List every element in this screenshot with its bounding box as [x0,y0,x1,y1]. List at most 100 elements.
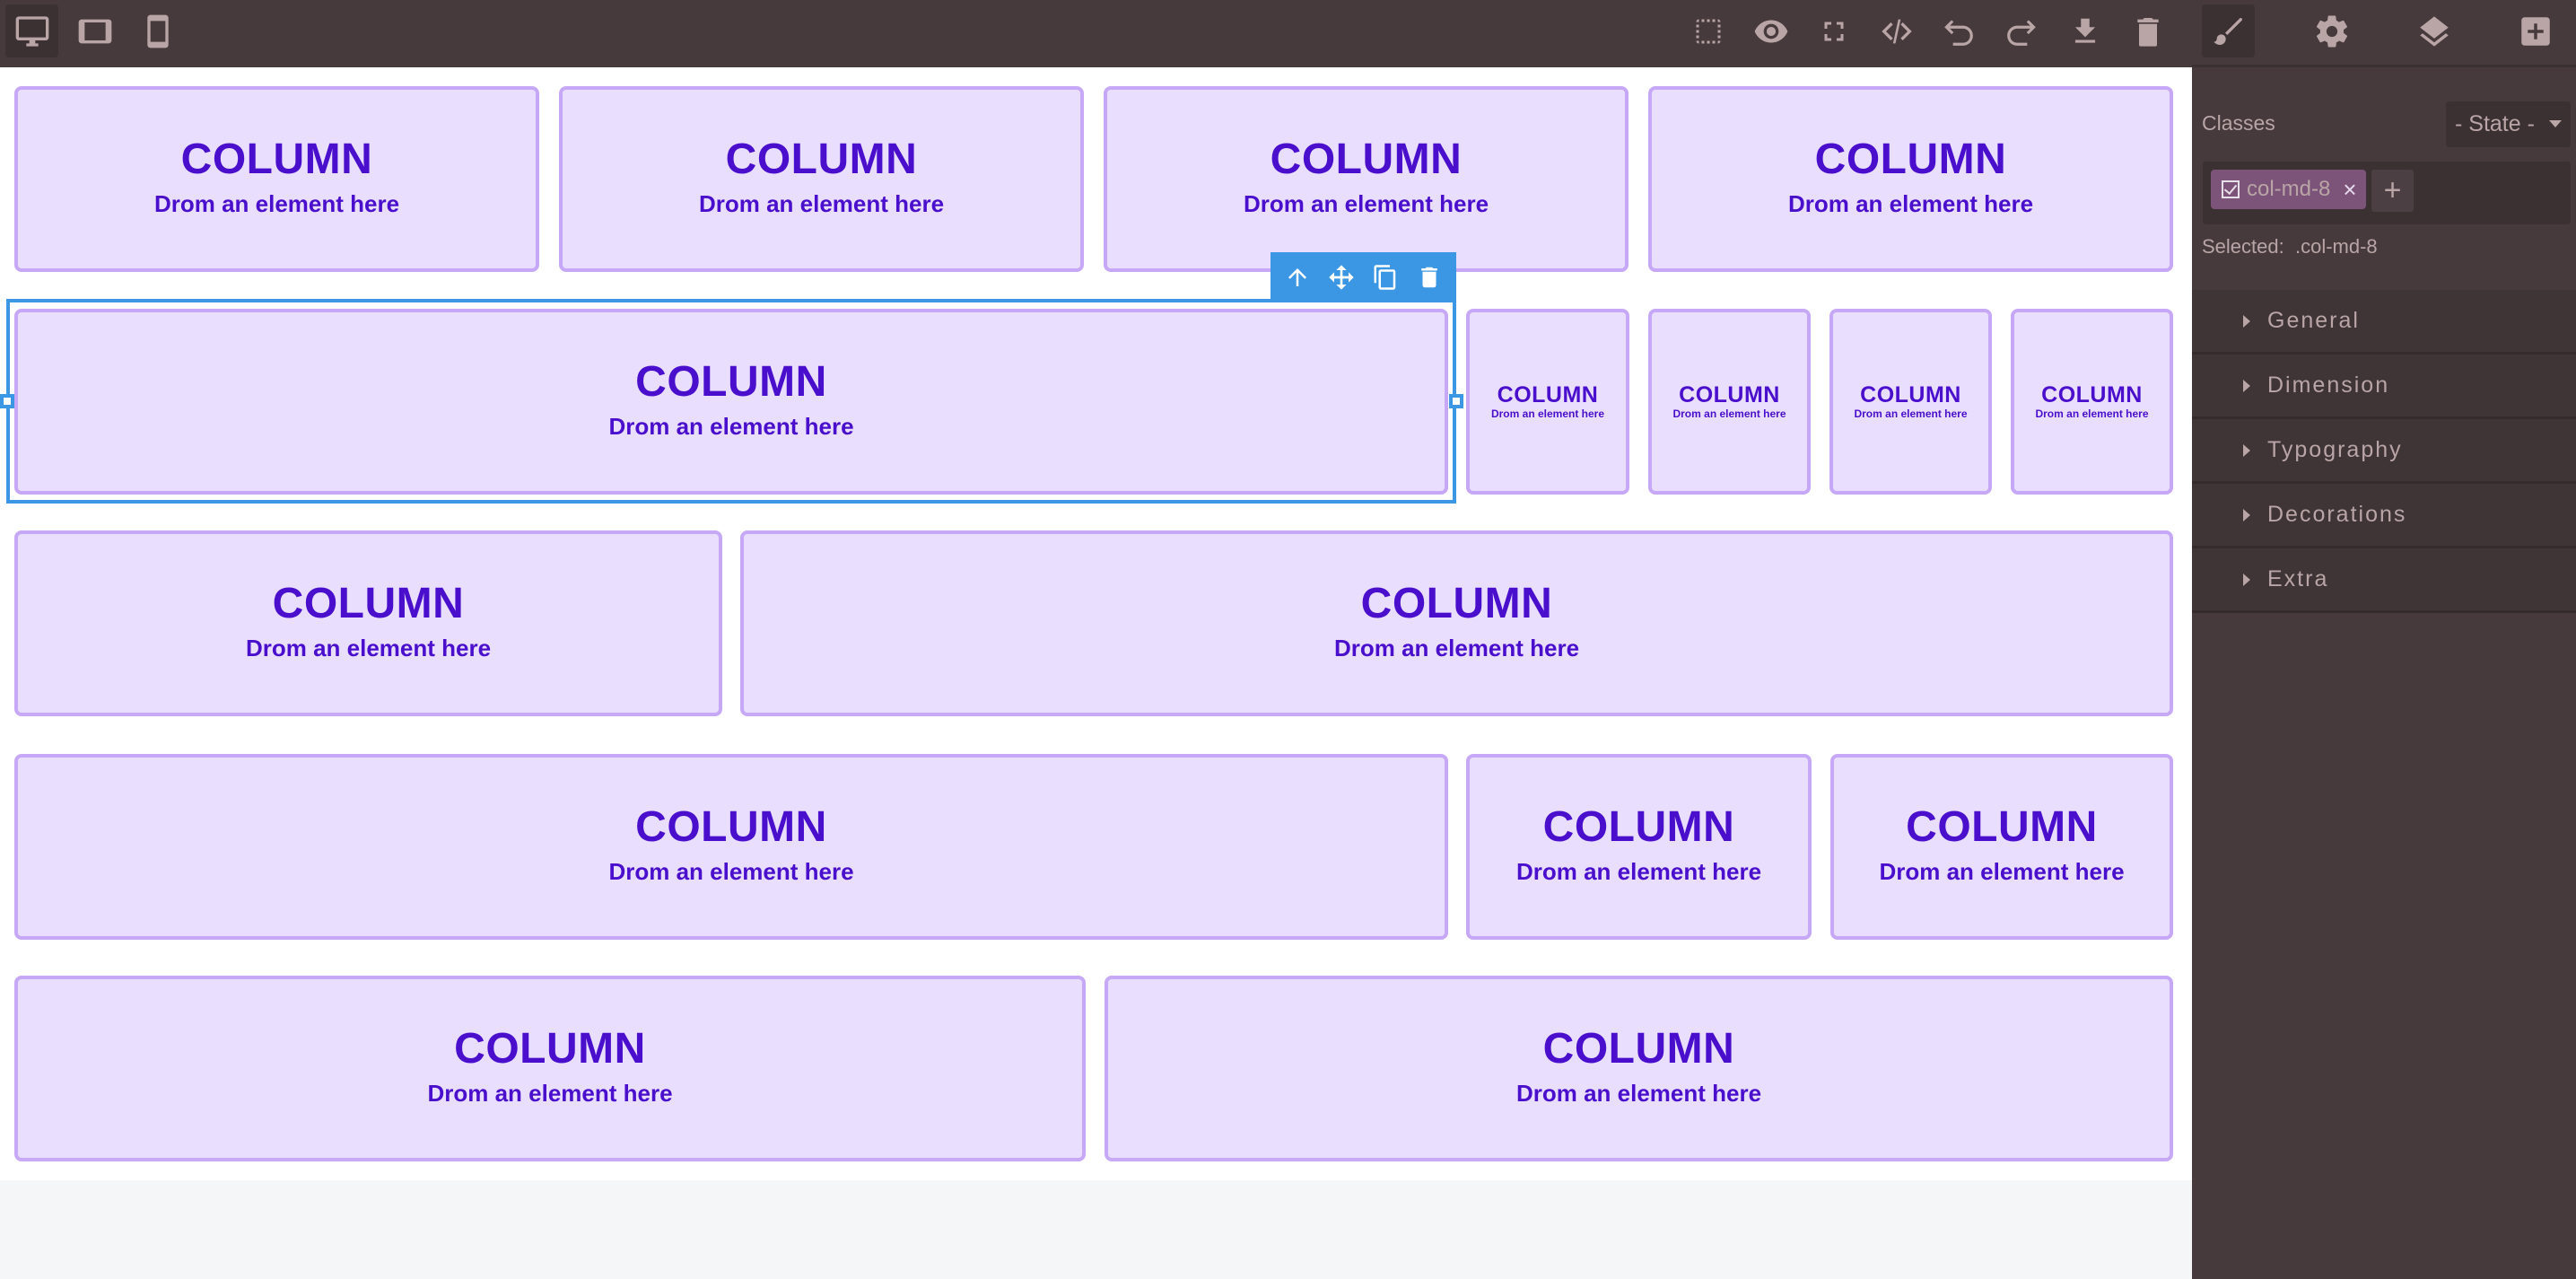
plus-square-icon [2520,16,2550,46]
column-subtitle: Drom an element here [698,190,945,217]
column-subtitle: Drom an element here [1879,858,2125,885]
column-title: COLUMN [1542,803,1735,851]
caret-right-icon [2243,314,2250,328]
gear-icon [2316,15,2347,48]
column-subtitle: Drom an element here [153,190,400,217]
column-title: COLUMN [1497,382,1599,407]
panel-tabs [2192,0,2576,67]
column-r2-c1-selected[interactable]: COLUMN Drom an element here [14,309,1448,495]
column-title: COLUMN [635,358,827,406]
column-title: COLUMN [725,136,918,183]
column-r1-c4[interactable]: COLUMN Drom an element here [1648,86,2173,272]
sector-general[interactable]: General [2192,290,2576,355]
show-borders-button[interactable] [1690,13,1726,49]
canvas-frame-body: COLUMN Drom an element here COLUMN Drom … [0,67,2192,1180]
sector-label: Decorations [2267,502,2407,527]
device-mobile-button[interactable] [131,4,184,57]
tab-style-manager[interactable] [2202,4,2255,57]
tablet-icon [78,19,111,43]
delete-button[interactable] [1411,259,1447,295]
sector-label: Extra [2267,566,2329,591]
column-r1-c3[interactable]: COLUMN Drom an element here [1104,86,1629,272]
caret-down-icon [2549,120,2562,127]
column-subtitle: Drom an element here [1854,407,1968,420]
sector-label: Typography [2267,437,2403,462]
sector-decorations[interactable]: Decorations [2192,484,2576,548]
column-title: COLUMN [2041,382,2143,407]
tab-settings[interactable] [2305,4,2358,57]
state-select[interactable]: - State - [2446,101,2571,147]
column-title: COLUMN [180,136,373,183]
state-select-value: - State - [2455,111,2535,136]
fullscreen-button[interactable] [1816,13,1852,49]
undo-button[interactable] [1941,13,1977,49]
column-subtitle: Drom an element here [1243,190,1489,217]
clear-canvas-button[interactable] [2130,13,2166,49]
add-class-button[interactable]: + [2371,170,2414,212]
column-subtitle: Drom an element here [1333,635,1580,661]
sector-label: Dimension [2267,372,2390,398]
resize-handle-left[interactable] [0,394,14,408]
sector-dimension[interactable]: Dimension [2192,355,2576,419]
view-code-button[interactable] [1879,13,1915,49]
caret-right-icon [2243,379,2250,392]
column-title: COLUMN [1679,382,1780,407]
column-title: COLUMN [1542,1025,1735,1073]
device-desktop-button[interactable] [5,4,58,57]
checkbox-checked-icon[interactable] [2222,180,2240,198]
desktop-icon [15,15,48,47]
redo-button[interactable] [2004,13,2039,49]
tab-layer-manager[interactable] [2407,4,2460,57]
column-r1-c1[interactable]: COLUMN Drom an element here [14,86,539,272]
column-subtitle: Drom an element here [1515,1080,1762,1107]
column-r5-c2[interactable]: COLUMN Drom an element here [1105,976,2173,1161]
column-r2-c4[interactable]: COLUMN Drom an element here [1829,309,1992,495]
column-r5-c1[interactable]: COLUMN Drom an element here [14,976,1086,1161]
close-icon[interactable]: × [2343,176,2356,204]
fullscreen-icon [1824,22,1844,41]
class-tag[interactable]: col-md-8 × [2211,170,2366,209]
column-title: COLUMN [1360,580,1553,627]
export-button[interactable] [2067,13,2103,49]
column-subtitle: Drom an element here [608,858,854,885]
right-panel: Classes - State - col-md-8 × + Selected:… [2192,0,2576,1279]
column-r3-c1[interactable]: COLUMN Drom an element here [14,530,722,716]
column-title: COLUMN [1270,136,1463,183]
column-r3-c2[interactable]: COLUMN Drom an element here [740,530,2173,716]
class-tags-container: col-md-8 × + [2203,162,2571,224]
column-title: COLUMN [1860,382,1961,407]
column-r2-c2[interactable]: COLUMN Drom an element here [1466,309,1629,495]
column-r1-c2[interactable]: COLUMN Drom an element here [559,86,1084,272]
move-icon [1329,265,1354,290]
column-subtitle: Drom an element here [245,635,492,661]
column-r4-c3[interactable]: COLUMN Drom an element here [1830,754,2173,940]
selected-value: .col-md-8 [2294,235,2378,258]
code-icon [1882,19,1912,44]
column-r4-c1[interactable]: COLUMN Drom an element here [14,754,1448,940]
column-subtitle: Drom an element here [2035,407,2149,420]
column-subtitle: Drom an element here [1490,407,1605,420]
resize-handle-right[interactable] [1449,394,1463,408]
style-sectors: General Dimension Typography Decorations… [2192,290,2576,613]
sector-typography[interactable]: Typography [2192,419,2576,484]
tab-blocks[interactable] [2509,4,2562,57]
column-r4-c2[interactable]: COLUMN Drom an element here [1466,754,1812,940]
move-button[interactable] [1323,259,1359,295]
device-tablet-button[interactable] [68,4,121,57]
column-subtitle: Drom an element here [427,1080,673,1107]
clone-button[interactable] [1367,259,1403,295]
trash-icon [2137,18,2159,47]
column-title: COLUMN [454,1025,646,1073]
canvas: COLUMN Drom an element here COLUMN Drom … [0,67,2192,1279]
caret-right-icon [2243,443,2250,457]
sector-extra[interactable]: Extra [2192,548,2576,613]
column-r2-c5[interactable]: COLUMN Drom an element here [2011,309,2173,495]
selected-label: Selected: [2202,235,2284,258]
column-r2-c3[interactable]: COLUMN Drom an element here [1648,309,1811,495]
caret-right-icon [2243,573,2250,586]
select-parent-button[interactable] [1279,259,1315,295]
column-title: COLUMN [1814,136,2007,183]
preview-button[interactable] [1753,13,1789,49]
arrow-up-icon [1288,268,1307,286]
paint-brush-icon [2213,17,2242,45]
